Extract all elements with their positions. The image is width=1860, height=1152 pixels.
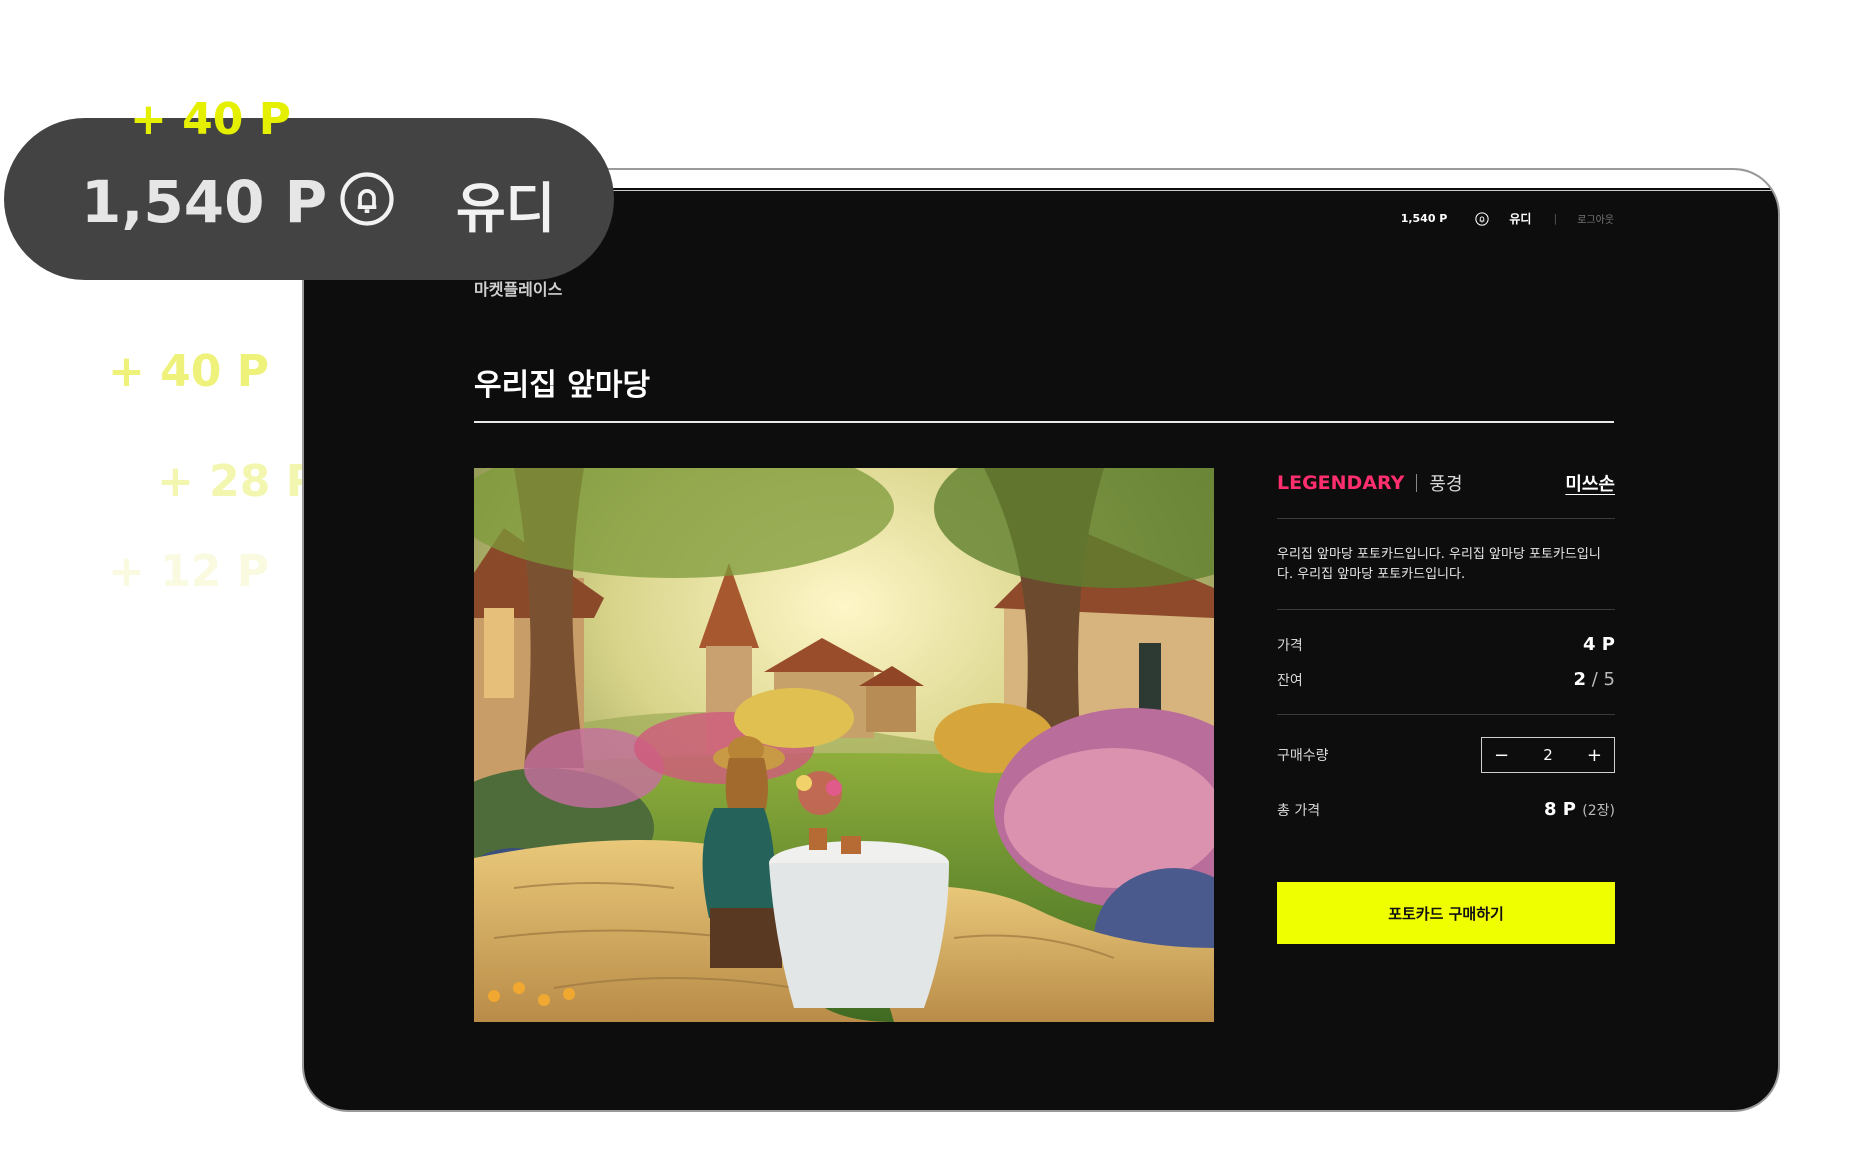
user-status-pill: 1,540 P 유디 xyxy=(4,118,614,280)
logout-link[interactable]: 로그아웃 xyxy=(1577,211,1614,226)
remaining-separator: / xyxy=(1586,669,1604,690)
point-popup: + 12 P xyxy=(108,546,269,597)
category-label: 풍경 xyxy=(1429,474,1463,495)
nav-username[interactable]: 유디 xyxy=(1509,210,1531,227)
remaining-current: 2 xyxy=(1573,669,1587,690)
total-count: (2장) xyxy=(1582,803,1615,819)
total-value: 8 P (2장) xyxy=(1544,799,1615,820)
remaining-label: 잔여 xyxy=(1277,672,1303,689)
divider xyxy=(1416,474,1418,492)
promo-stage: + 40 P + 28 P + 12 P 1,540 P 유디 | 로그아웃 마… xyxy=(0,0,1860,1152)
device-screen: 1,540 P 유디 | 로그아웃 마켓플레이스 우리집 앞마당 LEGENDA… xyxy=(302,168,1780,1112)
buy-button[interactable]: 포토카드 구매하기 xyxy=(1277,882,1615,944)
quantity-label: 구매수량 xyxy=(1277,748,1329,764)
remaining-total: 5 xyxy=(1603,669,1615,690)
pill-points: 1,540 P xyxy=(81,168,328,236)
total-amount: 8 P xyxy=(1544,799,1576,820)
remaining-value: 2 / 5 xyxy=(1574,669,1616,690)
total-label: 총 가격 xyxy=(1277,802,1321,819)
bell-icon[interactable] xyxy=(1475,211,1490,226)
title-divider xyxy=(474,421,1614,423)
quantity-stepper: − 2 + xyxy=(1481,737,1615,773)
card-description: 우리집 앞마당 포토카드입니다. 우리집 앞마당 포토카드입니다. 우리집 앞마… xyxy=(1277,547,1601,582)
pill-username: 유디 xyxy=(456,177,556,240)
point-popup: + 40 P xyxy=(108,346,269,397)
price-label: 가격 xyxy=(1277,637,1303,654)
page-title: 우리집 앞마당 xyxy=(474,368,651,403)
nav-points: 1,540 P xyxy=(1400,212,1448,225)
photocard-image xyxy=(474,468,1214,1022)
divider xyxy=(1277,714,1615,715)
quantity-value[interactable]: 2 xyxy=(1543,746,1553,764)
point-popup: + 28 P xyxy=(157,456,318,507)
remaining-row: 잔여 2 / 5 xyxy=(1277,669,1615,690)
divider xyxy=(1277,609,1615,610)
seller-link[interactable]: 미쓰손 xyxy=(1565,470,1615,496)
point-popup: + 40 P xyxy=(130,94,291,145)
detail-panel: LEGENDARY 풍경 미쓰손 우리집 앞마당 포토카드입니다. 우리집 앞마… xyxy=(1277,468,1615,944)
top-nav: 1,540 P 유디 | 로그아웃 xyxy=(1401,210,1614,227)
rarity-badge: LEGENDARY xyxy=(1277,472,1405,494)
bell-icon[interactable] xyxy=(339,171,395,227)
price-row: 가격 4 P xyxy=(1277,634,1615,655)
price-value: 4 P xyxy=(1583,634,1615,655)
divider xyxy=(1277,518,1615,519)
decrease-button[interactable]: − xyxy=(1494,745,1509,766)
nav-separator: | xyxy=(1553,212,1558,225)
quantity-row: 구매수량 − 2 + xyxy=(1277,737,1615,773)
total-row: 총 가격 8 P (2장) xyxy=(1277,799,1615,820)
increase-button[interactable]: + xyxy=(1587,745,1602,766)
